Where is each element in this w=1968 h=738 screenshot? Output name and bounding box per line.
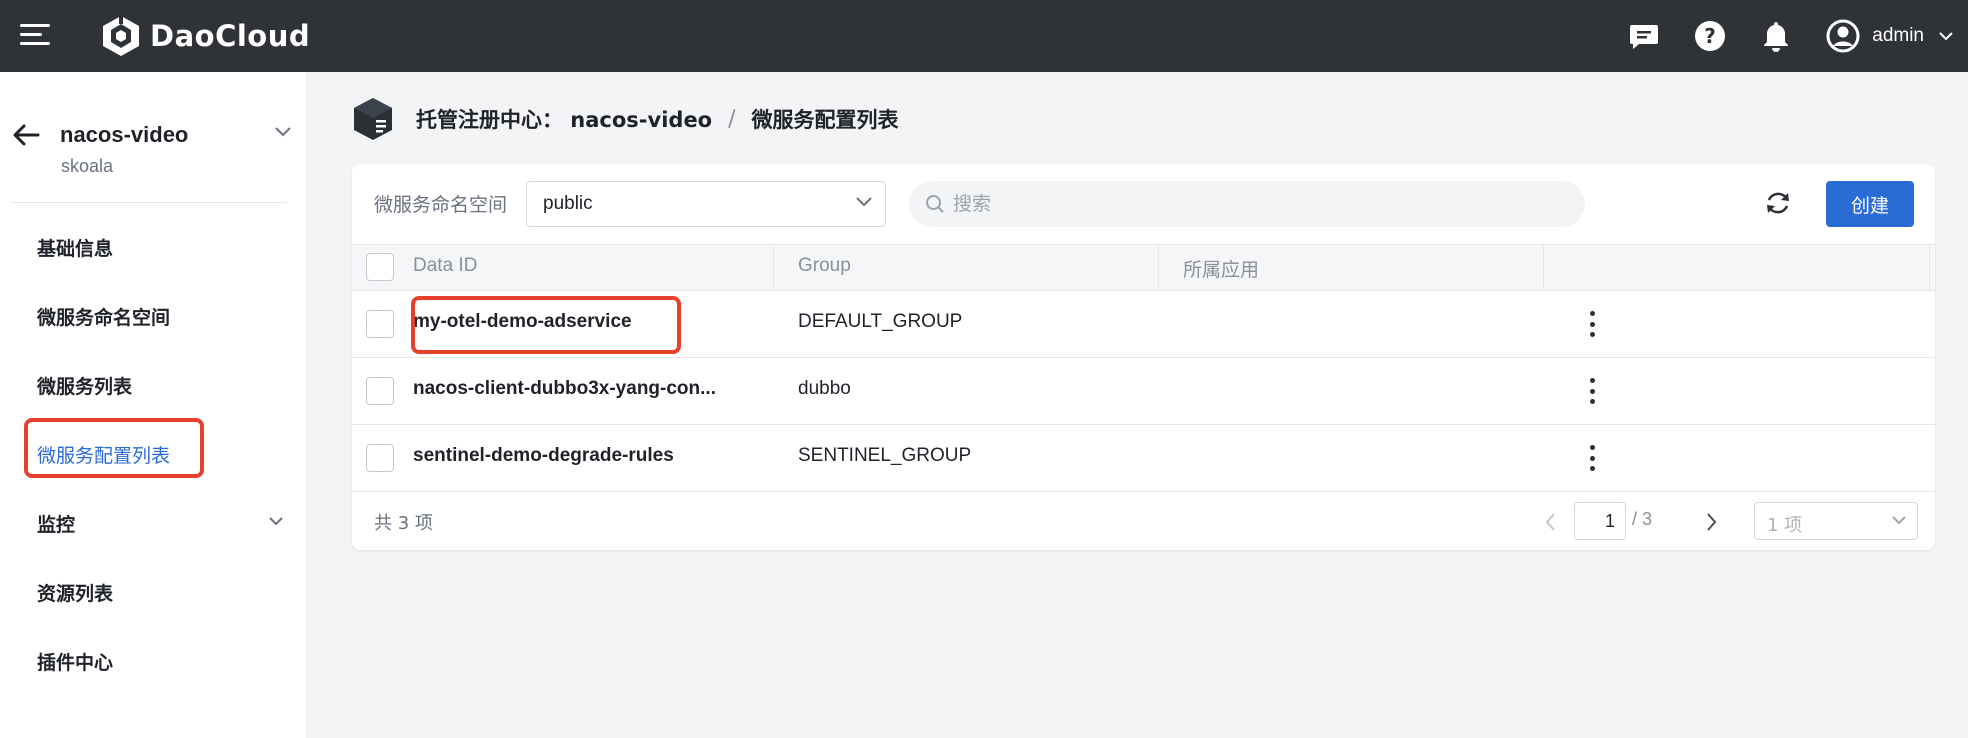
row-checkbox[interactable] [366, 444, 394, 472]
namespace-value: public [543, 193, 593, 214]
daocloud-logo-icon [103, 16, 139, 56]
chevron-down-icon [1892, 516, 1906, 525]
page-size-select[interactable]: 1 项 [1754, 502, 1918, 540]
table-row: sentinel-demo-degrade-rules SENTINEL_GRO… [352, 425, 1935, 492]
table-footer: 共 3 项 1 / 3 1 项 [352, 494, 1935, 550]
sidebar-item-label: 资源列表 [37, 583, 114, 605]
bell-icon[interactable] [1760, 20, 1792, 52]
table-row: my-otel-demo-adservice DEFAULT_GROUP [352, 291, 1935, 358]
svg-text:?: ? [1704, 24, 1716, 48]
chevron-down-icon[interactable] [274, 126, 292, 138]
namespace-label: 微服务命名空间 [374, 194, 508, 216]
menu-icon[interactable] [20, 24, 50, 48]
chevron-down-icon [269, 517, 283, 526]
user-name: admin [1872, 25, 1924, 46]
highlight-box [24, 418, 204, 478]
registry-title: nacos-video [60, 122, 189, 147]
sidebar-item-label: 微服务命名空间 [37, 307, 171, 329]
refresh-icon[interactable] [1763, 188, 1793, 218]
page-input[interactable]: 1 [1574, 502, 1626, 540]
chevron-down-icon [856, 197, 872, 207]
chevron-down-icon [1939, 32, 1953, 41]
total-count: 共 3 项 [374, 513, 433, 534]
logo[interactable]: DaoCloud [100, 14, 310, 58]
group-cell: DEFAULT_GROUP [798, 311, 963, 332]
message-icon[interactable] [1628, 20, 1660, 52]
data-id-link[interactable]: nacos-client-dubbo3x-yang-con... [413, 378, 716, 400]
column-header-group[interactable]: Group [798, 255, 851, 277]
chevron-right-icon[interactable] [1706, 512, 1718, 532]
group-cell: dubbo [798, 378, 851, 399]
column-divider [773, 245, 774, 290]
create-button[interactable]: 创建 [1826, 181, 1914, 227]
sidebar-item-resources[interactable]: 资源列表 [0, 567, 306, 617]
breadcrumb-current: 微服务配置列表 [751, 108, 899, 132]
divider [10, 202, 287, 203]
column-divider [1543, 245, 1544, 290]
chevron-left-icon[interactable] [1544, 512, 1556, 532]
more-actions-icon[interactable] [1581, 309, 1603, 339]
user-menu[interactable]: admin [1826, 19, 1954, 53]
registry-subtitle: skoala [61, 156, 114, 176]
user-avatar-icon [1826, 19, 1860, 53]
table-header: Data ID Group 所属应用 [352, 244, 1935, 291]
more-actions-icon[interactable] [1581, 443, 1603, 473]
page-size-value: 1 项 [1767, 515, 1803, 536]
column-header-app[interactable]: 所属应用 [1183, 255, 1259, 282]
sidebar-item-label: 插件中心 [37, 652, 114, 674]
data-id-link[interactable]: my-otel-demo-adservice [413, 311, 632, 333]
sidebar-item-namespaces[interactable]: 微服务命名空间 [0, 291, 306, 341]
breadcrumb: 托管注册中心： nacos-video / 微服务配置列表 [352, 96, 899, 142]
sidebar-item-label: 微服务列表 [37, 376, 133, 398]
sidebar: nacos-video skoala 基础信息 微服务命名空间 微服务列表 微服… [0, 72, 306, 738]
sidebar-item-plugins[interactable]: 插件中心 [0, 636, 306, 686]
column-divider [1158, 245, 1159, 290]
more-actions-icon[interactable] [1581, 376, 1603, 406]
page-total: / 3 [1632, 509, 1653, 529]
search-box[interactable] [909, 181, 1585, 227]
brand-name: DaoCloud [150, 19, 311, 53]
sidebar-header: nacos-video [12, 112, 292, 162]
search-icon [926, 195, 944, 213]
config-list-card: 微服务命名空间 public 创建 Data ID Group 所属应用 my-… [352, 164, 1935, 550]
sidebar-item-monitoring[interactable]: 监控 [0, 498, 306, 548]
search-input[interactable] [953, 193, 1553, 215]
registry-icon [354, 98, 392, 140]
current-page: 1 [1604, 511, 1615, 531]
help-icon[interactable]: ? [1694, 20, 1726, 52]
sidebar-item-services[interactable]: 微服务列表 [0, 360, 306, 410]
sidebar-item-label: 监控 [37, 514, 76, 536]
column-header-data-id[interactable]: Data ID [413, 255, 477, 277]
sidebar-item-label: 基础信息 [37, 238, 114, 260]
breadcrumb-separator: / [728, 106, 736, 132]
namespace-select[interactable]: public [526, 181, 886, 227]
top-bar: DaoCloud ? admin [0, 0, 1968, 72]
select-all-checkbox[interactable] [366, 253, 394, 281]
row-checkbox[interactable] [366, 310, 394, 338]
breadcrumb-parent[interactable]: 托管注册中心： nacos-video [416, 104, 712, 134]
row-checkbox[interactable] [366, 377, 394, 405]
data-id-link[interactable]: sentinel-demo-degrade-rules [413, 445, 674, 467]
table-row: nacos-client-dubbo3x-yang-con... dubbo [352, 358, 1935, 425]
group-cell: SENTINEL_GROUP [798, 445, 972, 466]
sidebar-item-basic-info[interactable]: 基础信息 [0, 222, 306, 272]
toolbar: 微服务命名空间 public 创建 [352, 164, 1935, 244]
back-arrow-icon[interactable] [12, 124, 40, 146]
column-divider [1929, 245, 1930, 290]
